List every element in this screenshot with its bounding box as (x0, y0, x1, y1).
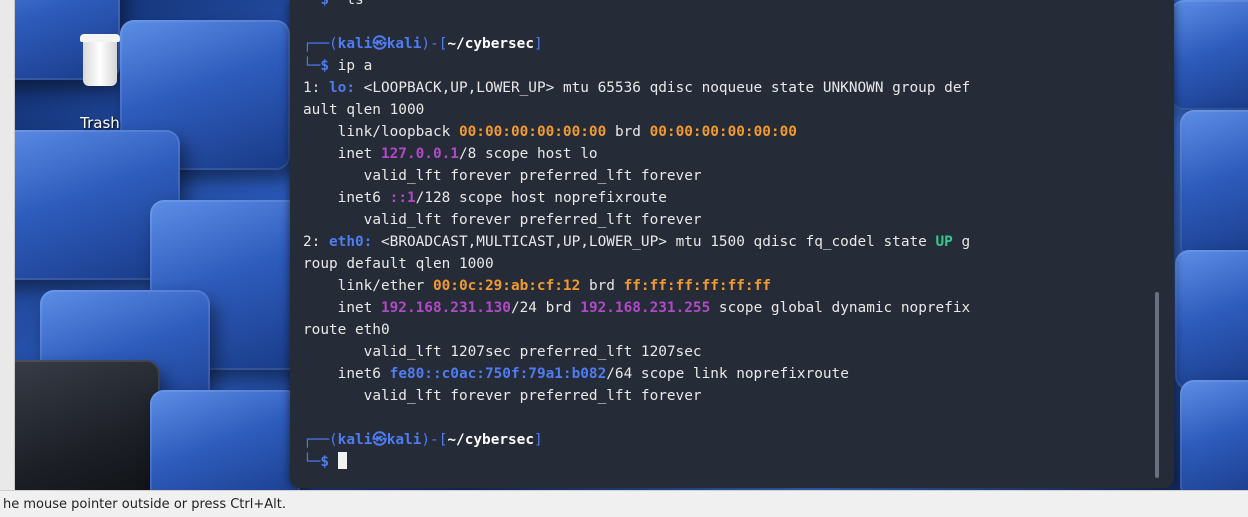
wallpaper-key (0, 360, 160, 490)
wallpaper-key (1175, 250, 1248, 390)
command-text: ip a (337, 58, 373, 74)
trash-icon (78, 30, 122, 90)
status-text: he mouse pointer outside or press Ctrl+A… (3, 497, 286, 512)
terminal-output: ──$ ls ┌──(kali㉿kali)-[~/cybersec] └─$ i… (303, 0, 971, 470)
trash-desktop-icon[interactable]: Trash (68, 30, 132, 132)
window-left-border (0, 0, 15, 490)
status-bar: he mouse pointer outside or press Ctrl+A… (0, 490, 1248, 517)
wallpaper-key (1170, 0, 1248, 110)
desktop-wallpaper: Trash ──$ ls ┌──(kali㉿kali)-[~/cybersec]… (0, 0, 1248, 490)
wallpaper-key (1180, 110, 1248, 260)
terminal-scrollbar[interactable] (1155, 292, 1159, 478)
wallpaper-key (150, 390, 300, 490)
text-cursor[interactable] (337, 452, 347, 469)
wallpaper-key (1180, 380, 1248, 490)
terminal-window[interactable]: ──$ ls ┌──(kali㉿kali)-[~/cybersec] └─$ i… (290, 0, 1174, 488)
trash-label: Trash (80, 114, 120, 132)
